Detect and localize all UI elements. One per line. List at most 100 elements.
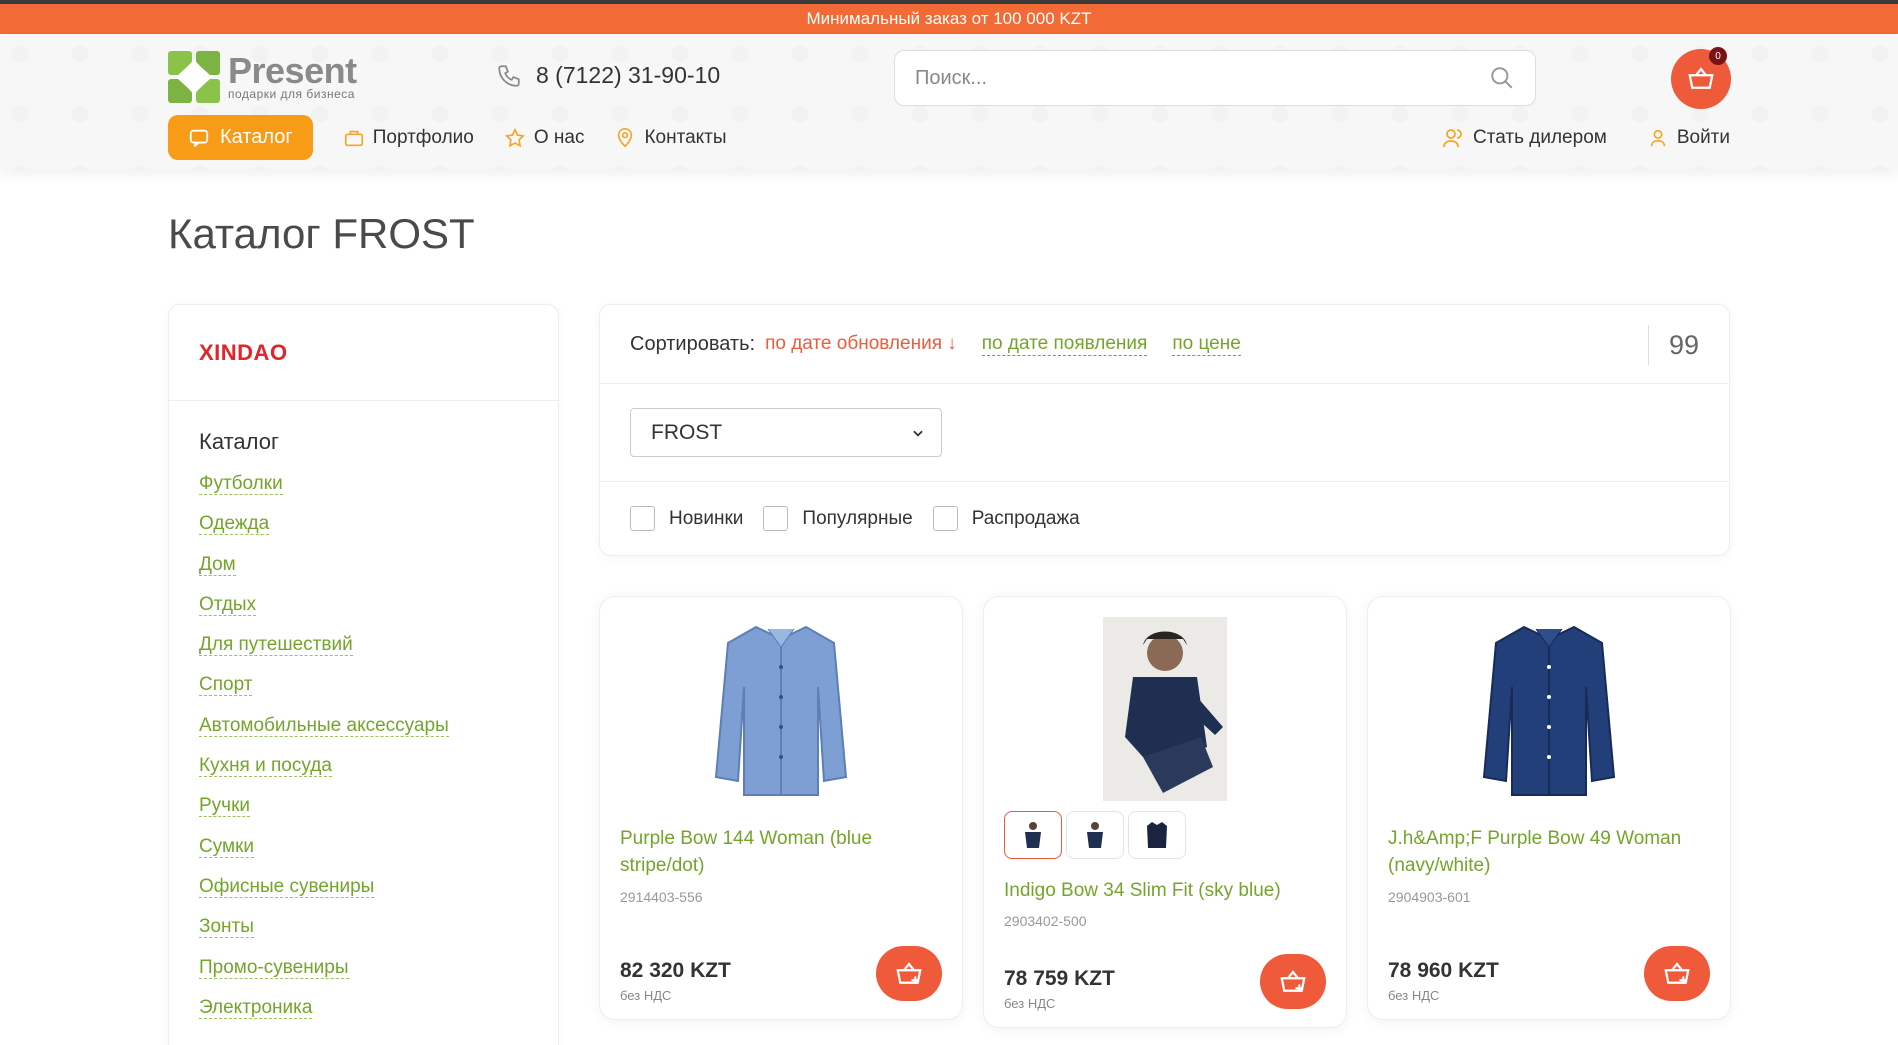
- phone-icon: [498, 64, 520, 87]
- product-card[interactable]: Purple Bow 144 Woman (blue stripe/dot) 2…: [599, 596, 963, 1020]
- filter-panel: Сортировать: по дате обновления ↓ по дат…: [599, 304, 1730, 556]
- category-link[interactable]: Для путешествий: [199, 634, 353, 657]
- nav-portfolio[interactable]: Портфолио: [343, 127, 474, 149]
- category-link[interactable]: Электроника: [199, 996, 313, 1019]
- product-image[interactable]: [1368, 617, 1730, 801]
- category-link[interactable]: Отдых: [199, 593, 257, 616]
- user-icon: [1650, 129, 1666, 146]
- add-to-cart-button[interactable]: [1260, 954, 1326, 1009]
- brand-logo: XINDAO: [199, 339, 288, 365]
- phone-number: 8 (7122) 31-90-10: [536, 62, 721, 88]
- category-link[interactable]: Ручки: [199, 795, 250, 818]
- color-thumb[interactable]: [1004, 811, 1062, 859]
- add-to-cart-button[interactable]: [876, 946, 942, 1001]
- product-count: 99: [1647, 325, 1699, 365]
- category-link[interactable]: Промо-сувениры: [199, 956, 349, 979]
- product-name[interactable]: Indigo Bow 34 Slim Fit (sky blue): [1004, 877, 1326, 904]
- category-link[interactable]: Дом: [199, 553, 236, 576]
- basket-add-icon: [1664, 961, 1690, 984]
- cart-count-badge: 0: [1709, 47, 1727, 65]
- color-thumb[interactable]: [1066, 811, 1124, 859]
- category-link[interactable]: Офисные сувениры: [199, 875, 375, 898]
- logo-mark-icon: [168, 51, 220, 103]
- search-input[interactable]: [915, 66, 1489, 90]
- product-sku: 2904903-601: [1388, 889, 1471, 905]
- basket-add-icon: [896, 961, 922, 984]
- nav-become-dealer[interactable]: Стать дилером: [1441, 126, 1607, 150]
- nav-catalog-button[interactable]: Каталог: [168, 115, 313, 160]
- sort-label: Сортировать:: [630, 332, 756, 355]
- product-price: 78 960 KZT: [1388, 959, 1499, 982]
- sort-by-price-link[interactable]: по цене: [1172, 333, 1241, 356]
- add-to-cart-button[interactable]: [1644, 946, 1710, 1001]
- product-price: 78 759 KZT: [1004, 967, 1115, 990]
- sort-row: Сортировать: по дате обновления ↓ по дат…: [600, 305, 1729, 384]
- phone-link[interactable]: 8 (7122) 31-90-10: [496, 62, 720, 89]
- search-icon[interactable]: [1489, 65, 1515, 91]
- checkbox-new[interactable]: Новинки: [630, 506, 743, 531]
- nav-login-label: Войти: [1676, 126, 1730, 148]
- product-price: 82 320 KZT: [620, 959, 731, 982]
- users-icon: [1443, 128, 1462, 147]
- product-vat: без НДС: [620, 988, 672, 1003]
- nav-about[interactable]: О нас: [504, 127, 584, 149]
- product-sku: 2914403-556: [620, 889, 703, 905]
- catalog-sidebar: XINDAO Каталог Футболки Одежда Дом Отдых…: [168, 304, 559, 1045]
- nav-contacts-label: Контакты: [644, 126, 727, 148]
- category-link[interactable]: Зонты: [199, 916, 254, 939]
- nav-contacts[interactable]: Контакты: [614, 126, 727, 149]
- chat-icon: [189, 129, 209, 147]
- brand-select-row: FROST: [600, 384, 1729, 482]
- main-nav: Каталог Портфолио О нас Контакты: [168, 115, 727, 160]
- location-pin-icon: [618, 127, 633, 147]
- color-thumb[interactable]: [1128, 811, 1186, 859]
- nav-portfolio-label: Портфолио: [372, 126, 474, 148]
- checkbox-popular-label: Популярные: [802, 507, 913, 529]
- brand-block[interactable]: XINDAO: [169, 305, 558, 401]
- min-order-banner: Минимальный заказ от 100 000 KZT: [0, 0, 1898, 34]
- site-header: Present подарки для бизнеса 8 (7122) 31-…: [0, 34, 1898, 169]
- search-box: [894, 50, 1536, 106]
- checkbox-sale-label: Распродажа: [971, 507, 1080, 529]
- cart-button[interactable]: 0: [1671, 47, 1731, 109]
- checkbox-new-box[interactable]: [630, 506, 655, 531]
- product-image[interactable]: [600, 617, 962, 801]
- checkbox-sale[interactable]: Распродажа: [932, 506, 1080, 531]
- product-name[interactable]: J.h&Amp;F Purple Bow 49 Woman (navy/whit…: [1388, 825, 1710, 879]
- logo-subtitle: подарки для бизнеса: [228, 87, 355, 101]
- nav-catalog-label: Каталог: [220, 126, 293, 148]
- checkbox-new-label: Новинки: [669, 507, 744, 529]
- brand-select-value: FROST: [651, 420, 723, 444]
- sort-by-date-link[interactable]: по дате появления: [981, 333, 1148, 356]
- logo[interactable]: Present подарки для бизнеса: [168, 51, 357, 103]
- category-link[interactable]: Одежда: [199, 513, 270, 536]
- product-vat: без НДС: [1388, 988, 1440, 1003]
- product-image[interactable]: [984, 617, 1346, 801]
- sort-by-update-link[interactable]: по дате обновления ↓: [765, 333, 957, 355]
- checkbox-row: Новинки Популярные Распродажа: [600, 482, 1729, 555]
- category-link[interactable]: Автомобильные аксессуары: [199, 714, 449, 737]
- basket-add-icon: [1280, 969, 1306, 992]
- category-link[interactable]: Сумки: [199, 835, 254, 858]
- min-order-text: Минимальный заказ от 100 000 KZT: [806, 9, 1092, 28]
- page-title: Каталог FROST: [168, 210, 475, 257]
- color-thumbs: [1004, 811, 1190, 859]
- nav-login[interactable]: Войти: [1647, 127, 1730, 149]
- basket-icon: [1688, 67, 1714, 89]
- product-sku: 2903402-500: [1004, 913, 1087, 929]
- product-card[interactable]: Indigo Bow 34 Slim Fit (sky blue) 290340…: [983, 596, 1347, 1028]
- logo-title: Present: [228, 50, 357, 91]
- brand-select[interactable]: FROST: [630, 408, 942, 457]
- product-vat: без НДС: [1004, 996, 1056, 1011]
- product-name[interactable]: Purple Bow 144 Woman (blue stripe/dot): [620, 825, 942, 879]
- checkbox-sale-box[interactable]: [932, 506, 958, 531]
- sidebar-catalog-title: Каталог: [199, 429, 279, 454]
- product-card[interactable]: J.h&Amp;F Purple Bow 49 Woman (navy/whit…: [1367, 596, 1731, 1020]
- category-link[interactable]: Спорт: [199, 674, 253, 697]
- category-link[interactable]: Кухня и посуда: [199, 755, 332, 778]
- star-icon: [504, 127, 525, 147]
- category-list: Футболки Одежда Дом Отдых Для путешестви…: [199, 473, 558, 1037]
- checkbox-popular[interactable]: Популярные: [763, 506, 913, 531]
- category-link[interactable]: Футболки: [199, 473, 283, 495]
- checkbox-popular-box[interactable]: [763, 506, 789, 531]
